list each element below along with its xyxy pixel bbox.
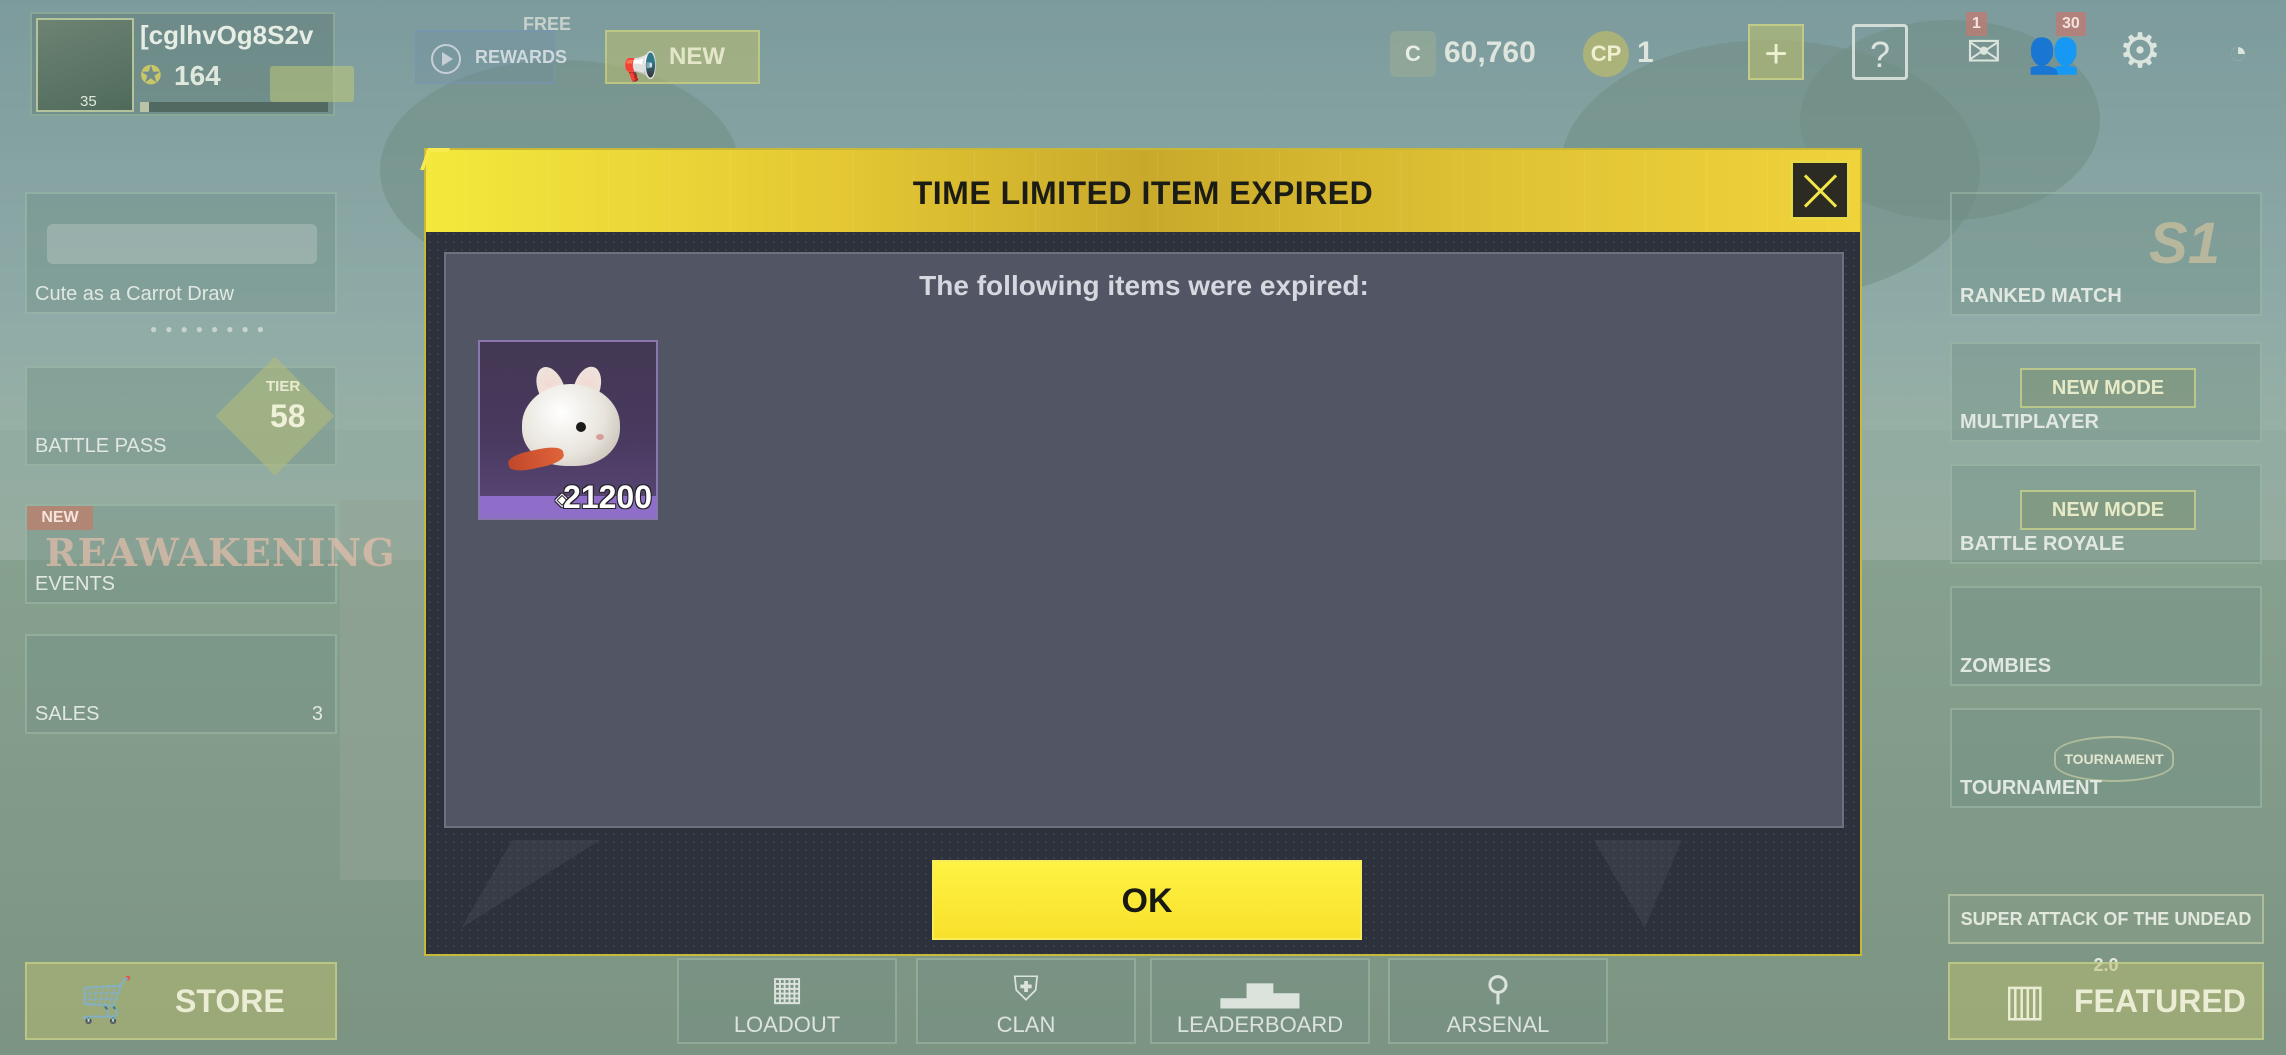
item-count: ◈21200 [555, 479, 652, 516]
events-label: EVENTS [35, 573, 116, 595]
player-name: [cglhvOg8S2v [140, 20, 314, 50]
xp-bar [140, 102, 328, 112]
decor-slash [426, 840, 684, 958]
play-icon [431, 44, 461, 74]
cp-icon: CP [1583, 31, 1629, 78]
featured-label: FEATURED [2074, 983, 2246, 1019]
new-mode-badge: NEW MODE [2020, 368, 2196, 408]
power-icon[interactable]: ◔ [2210, 24, 2266, 80]
nav-loadout-label: LOADOUT [733, 1012, 841, 1037]
event-art-text: REAWAKENING [45, 530, 396, 575]
season-logo: S1 [2149, 211, 2220, 276]
zombies-card[interactable]: ZOMBIES [1950, 586, 2262, 686]
nav-clan-label: CLAN [996, 1012, 1056, 1037]
nav-leaderboard-label: LEADERBOARD [1176, 1012, 1344, 1037]
weapon-draw-label: Cute as a Carrot Draw [35, 283, 234, 305]
star-icon: ✪ [140, 60, 162, 90]
cod-points-icon: C [1390, 31, 1436, 78]
item-count-value: 21200 [563, 479, 652, 515]
tournament-badge: TOURNAMENT [2054, 736, 2174, 782]
dialog-message: The following items were expired: [919, 270, 1369, 301]
ranked-match-label: RANKED MATCH [1960, 285, 2122, 307]
carrot-icon [506, 444, 566, 474]
tier-value: 58 [270, 398, 306, 434]
dialog-title: TIME LIMITED ITEM EXPIRED [912, 175, 1374, 211]
events-card[interactable]: NEW REAWAKENING EVENTS [25, 504, 395, 604]
cart-icon: 🛒 [79, 976, 134, 1025]
nav-arsenal[interactable]: ⚲ ARSENAL [1388, 958, 1608, 1044]
plus-icon[interactable]: + [1748, 24, 1804, 80]
bunny-nose [596, 434, 604, 440]
nav-arsenal-label: ARSENAL [1446, 1012, 1550, 1037]
player-profile[interactable]: 35 [cglhvOg8S2v ✪ 164 [30, 12, 354, 116]
dialog-header: TIME LIMITED ITEM EXPIRED [426, 150, 1860, 232]
weapon-image [47, 224, 317, 264]
multiplayer-card[interactable]: NEW MODE MULTIPLAYER [1950, 342, 2262, 442]
player-level-value: 164 [174, 60, 221, 91]
battle-pass-label: BATTLE PASS [35, 435, 167, 457]
gear-icon[interactable]: ⚙ [2112, 24, 2168, 80]
nav-clan[interactable]: ⛨ CLAN [916, 958, 1136, 1044]
rewards-button[interactable]: REWARDS [415, 30, 567, 84]
cod-points-value: 60,760 [1444, 36, 1536, 69]
multiplayer-label: MULTIPLAYER [1960, 411, 2099, 433]
credits-value: 1 [1637, 36, 1654, 69]
player-level: ✪ 164 [140, 60, 221, 92]
battle-royale-label: BATTLE ROYALE [1960, 533, 2125, 555]
new-label: NEW [669, 43, 725, 70]
help-icon[interactable]: ? [1852, 24, 1908, 80]
tier-label: TIER [266, 378, 301, 395]
mail-count-badge: 1 [1966, 12, 1987, 36]
expired-item-tile[interactable]: ◈21200 [478, 340, 658, 520]
ok-button[interactable]: OK [932, 860, 1362, 940]
rewards-label: REWARDS [475, 47, 568, 67]
nav-loadout[interactable]: ▦ LOADOUT [677, 958, 897, 1044]
avatar[interactable]: 35 [36, 18, 134, 112]
sales-card[interactable]: SALES 3 [25, 634, 337, 734]
xp-bar-fill [140, 102, 150, 112]
loadout-icon: ▦ [770, 970, 804, 1008]
rank-badge [270, 66, 354, 102]
weapon-draw-card[interactable]: Cute as a Carrot Draw [25, 192, 337, 314]
store-label: STORE [175, 983, 285, 1019]
sales-label: SALES [35, 703, 100, 725]
new-ribbon: NEW [27, 506, 93, 530]
arsenal-icon: ⚲ [1485, 970, 1511, 1008]
zombies-label: ZOMBIES [1960, 655, 2052, 677]
decor-slash [1582, 840, 1858, 958]
new-mode-badge: NEW MODE [2020, 490, 2196, 530]
megaphone-icon: 📢 [623, 51, 658, 82]
tournament-card[interactable]: TOURNAMENT TOURNAMENT [1950, 708, 2262, 808]
dialog-body: The following items were expired: ◈21200 [444, 252, 1844, 828]
cod-points-display[interactable]: C 60,760 [1390, 26, 1536, 80]
expired-item-dialog: TIME LIMITED ITEM EXPIRED The following … [419, 148, 1862, 958]
store-button[interactable]: 🛒 STORE [25, 962, 337, 1040]
featured-button[interactable]: ▥ FEATURED [1948, 962, 2264, 1040]
clan-icon: ⛨ [1013, 970, 1039, 1008]
nav-leaderboard[interactable]: ▂▅▃ LEADERBOARD [1150, 958, 1370, 1044]
avatar-level: 35 [80, 93, 97, 110]
event-banner[interactable]: SUPER ATTACK OF THE UNDEAD 2.0 [1948, 894, 2264, 975]
close-icon[interactable] [1790, 160, 1850, 220]
credits-display[interactable]: CP 1 [1583, 26, 1654, 80]
leaderboard-icon: ▂▅▃ [1220, 970, 1300, 1008]
bunny-eye [576, 422, 586, 432]
new-announcement-button[interactable]: 📢 NEW [605, 30, 760, 84]
featured-icon: ▥ [2004, 976, 2046, 1025]
battle-royale-card[interactable]: NEW MODE BATTLE ROYALE [1950, 464, 2262, 564]
carousel-dots: ●●●●●●●● [150, 322, 272, 336]
tournament-label: TOURNAMENT [1960, 777, 2102, 799]
friends-count-badge: 30 [2056, 12, 2086, 36]
ranked-match-card[interactable]: S1 RANKED MATCH [1950, 192, 2262, 316]
sales-count: 3 [311, 703, 323, 725]
